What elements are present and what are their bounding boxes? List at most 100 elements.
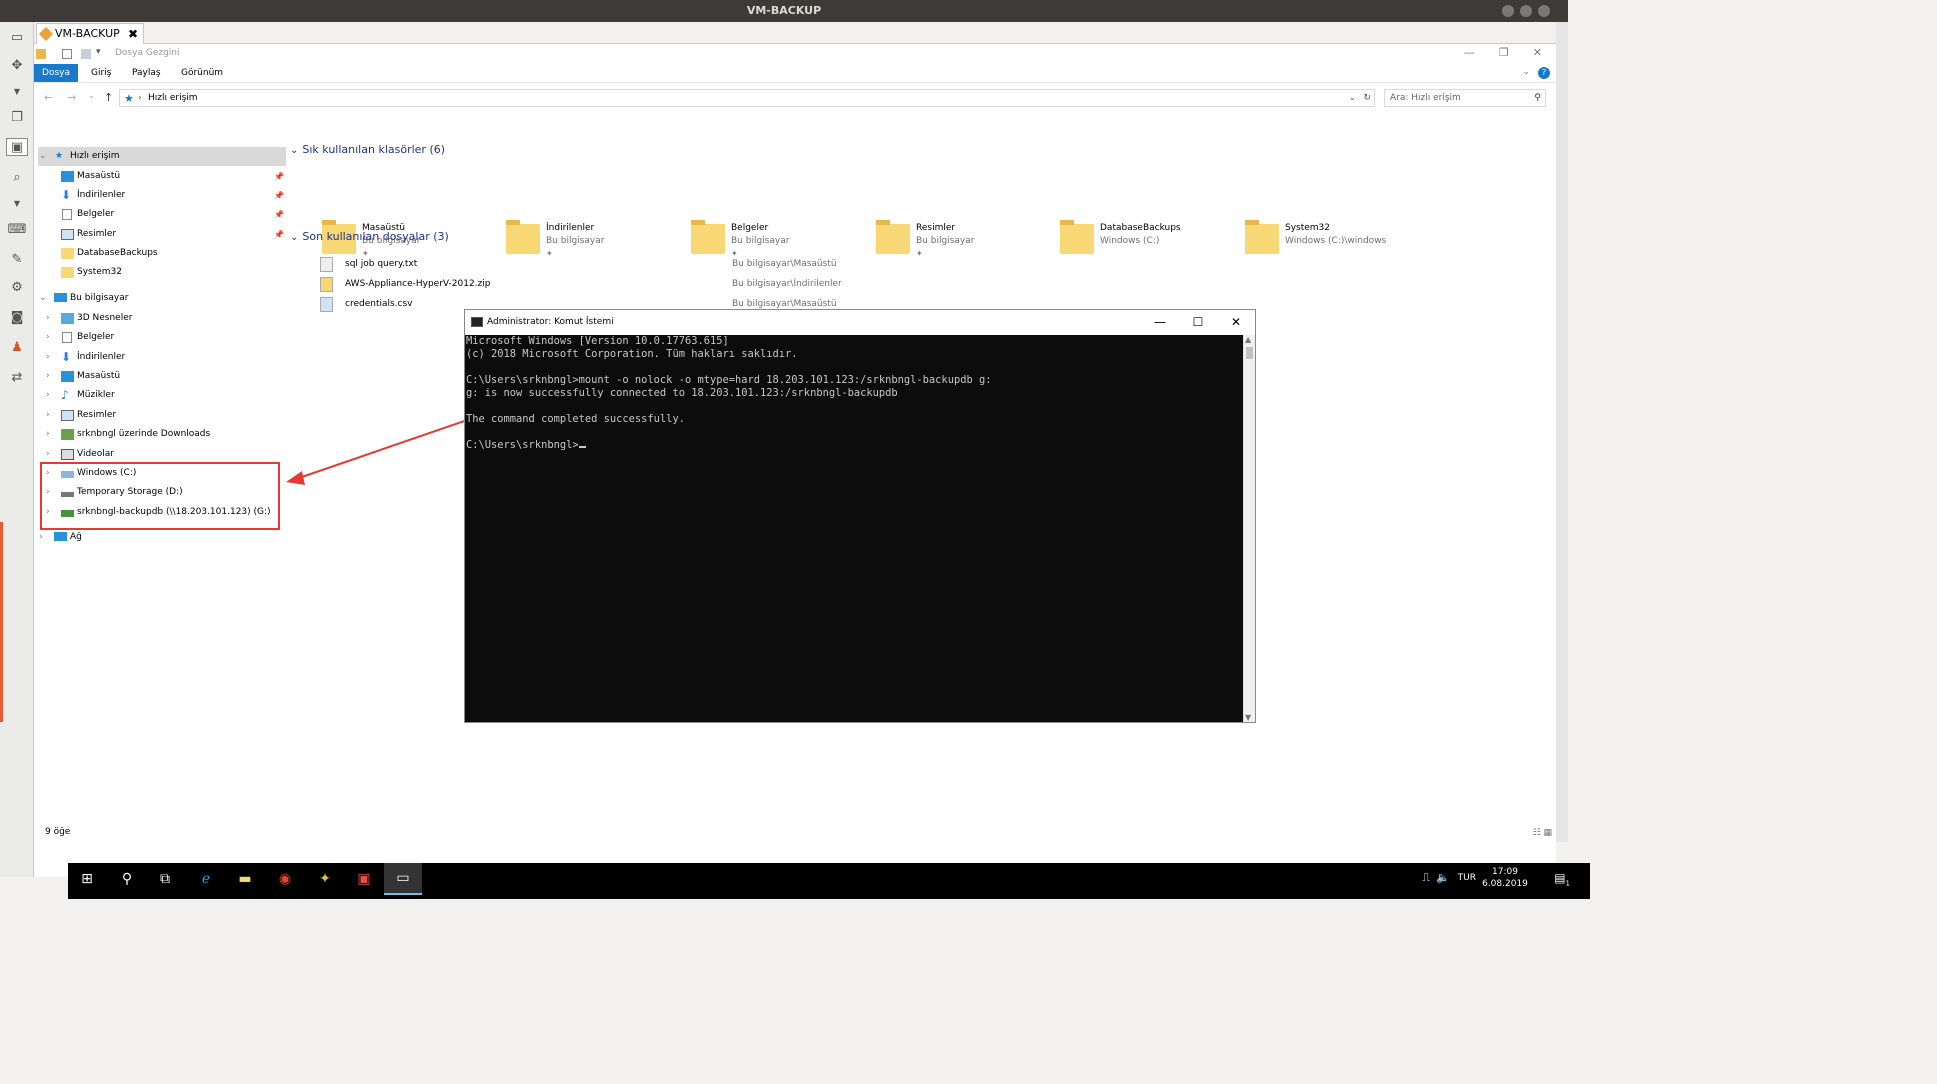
- language-indicator[interactable]: TUR: [1458, 873, 1476, 883]
- nav-quick-access[interactable]: ⌄ ★ Hızlı erişim: [34, 147, 288, 166]
- recent-file-row[interactable]: AWS-Appliance-HyperV-2012.zip Bu bilgisay…: [318, 274, 1118, 294]
- pin-icon: 📌: [274, 230, 284, 239]
- tab-view[interactable]: Görünüm: [181, 64, 223, 82]
- pin-icon: 📌: [274, 191, 284, 200]
- close-icon[interactable]: ✖: [128, 24, 138, 44]
- volume-icon[interactable]: 🔈: [1436, 871, 1450, 884]
- nav-item-pictures[interactable]: Resimler 📌: [34, 225, 288, 244]
- app-icon[interactable]: ▣: [345, 863, 383, 895]
- maximize-button[interactable]: [1520, 5, 1532, 17]
- notification-icon[interactable]: ▤1: [1554, 871, 1570, 887]
- windows-icon[interactable]: ❐: [6, 108, 28, 126]
- screenshot-icon[interactable]: ◙: [6, 308, 28, 326]
- star-icon: ★: [55, 151, 64, 161]
- forward-button[interactable]: →: [67, 91, 76, 104]
- chrome-icon[interactable]: ◉: [266, 863, 304, 895]
- transfer-icon[interactable]: ⇄: [6, 368, 28, 386]
- close-button[interactable]: ✕: [1533, 46, 1542, 59]
- keyboard-icon[interactable]: ⌨: [6, 220, 28, 238]
- search-icon[interactable]: ⚲: [108, 863, 146, 895]
- maximize-button[interactable]: ☐: [1179, 310, 1217, 334]
- recent-dropdown-icon[interactable]: ⌄: [88, 91, 95, 100]
- cube-icon: [61, 313, 74, 324]
- refresh-icon[interactable]: ↻: [1363, 90, 1371, 106]
- scroll-down-icon[interactable]: ▼: [1245, 713, 1251, 722]
- task-view-icon[interactable]: ⧉: [146, 863, 184, 895]
- folder-tile[interactable]: System32 Windows (C:)\windows: [1233, 216, 1413, 266]
- start-button[interactable]: ⊞: [68, 863, 106, 895]
- display-icon[interactable]: ▣: [6, 138, 28, 156]
- recent-files-header[interactable]: ⌄ Son kullanılan dosyalar (3): [290, 228, 449, 246]
- scroll-thumb[interactable]: [1246, 347, 1253, 359]
- view-toggle-icon[interactable]: ☷ ▦: [1533, 824, 1552, 842]
- minimize-button[interactable]: —: [1464, 46, 1475, 59]
- zoom-icon[interactable]: ⌕: [6, 168, 28, 186]
- ie-icon[interactable]: ℯ: [187, 863, 225, 895]
- nav-item-databasebackups[interactable]: DatabaseBackups: [34, 244, 288, 263]
- frequent-folders-header[interactable]: ⌄ Sık kullanılan klasörler (6): [290, 141, 445, 159]
- nav-item-system32[interactable]: System32: [34, 263, 288, 282]
- nav-item-pc-documents[interactable]: › Belgeler: [34, 328, 288, 347]
- folder-icon: [1245, 220, 1279, 254]
- nav-item-downloads[interactable]: ⬇ İndirilenler 📌: [34, 186, 288, 205]
- picture-icon: [61, 410, 74, 421]
- nav-item-music[interactable]: › ♪ Müzikler: [34, 386, 288, 405]
- layout-icon[interactable]: ▭: [6, 28, 28, 46]
- downloads-folder-icon: [506, 220, 540, 254]
- ribbon-expand-icon[interactable]: ⌄: [1522, 67, 1530, 77]
- video-icon: [61, 449, 74, 460]
- move-icon[interactable]: ✥: [6, 56, 28, 74]
- nav-item-pc-downloads[interactable]: › ⬇ İndirilenler: [34, 348, 288, 367]
- scroll-up-icon[interactable]: ▲: [1245, 335, 1251, 344]
- up-button[interactable]: ↑: [104, 91, 113, 104]
- nav-item-desktop[interactable]: Masaüstü 📌: [34, 167, 288, 186]
- back-button[interactable]: ←: [44, 91, 53, 104]
- minimize-button[interactable]: —: [1141, 310, 1179, 334]
- nav-item-3d-objects[interactable]: › 3D Nesneler: [34, 309, 288, 328]
- clock[interactable]: 17:09 6.08.2019: [1480, 866, 1530, 890]
- tab-share[interactable]: Paylaş: [132, 64, 161, 82]
- address-bar[interactable]: ★ › Hızlı erişim ⌄ ↻: [119, 89, 1375, 107]
- chevron-down-icon[interactable]: ▼: [6, 194, 28, 212]
- chevron-down-icon[interactable]: ▼: [6, 82, 28, 100]
- console-output[interactable]: Microsoft Windows [Version 10.0.17763.61…: [465, 335, 1243, 722]
- pictures-folder-icon: [876, 220, 910, 254]
- network-icon[interactable]: ⎍: [1422, 871, 1430, 885]
- zip-file-icon: [320, 277, 333, 292]
- console-cursor: [578, 446, 586, 448]
- address-dropdown-icon[interactable]: ⌄: [1348, 90, 1356, 106]
- help-icon[interactable]: ?: [1538, 67, 1550, 79]
- host-title: VM-BACKUP: [746, 4, 822, 17]
- gear-icon[interactable]: ⚙: [6, 278, 28, 296]
- stamp-icon[interactable]: ♟: [6, 338, 28, 356]
- search-input[interactable]: Ara: Hızlı erişim ⚲: [1384, 89, 1546, 107]
- nav-item-documents[interactable]: Belgeler 📌: [34, 205, 288, 224]
- command-prompt-window[interactable]: Administrator: Komut İstemi — ☐ ✕ Microsof…: [464, 309, 1256, 723]
- cmd-titlebar[interactable]: Administrator: Komut İstemi — ☐ ✕: [465, 310, 1255, 334]
- cmd-taskbar-icon[interactable]: ▭: [384, 863, 422, 895]
- close-button[interactable]: ✕: [1217, 310, 1255, 334]
- tab-file[interactable]: Dosya: [34, 64, 78, 82]
- nav-this-pc[interactable]: ⌄ Bu bilgisayar: [34, 289, 288, 308]
- nav-item-pc-desktop[interactable]: › Masaüstü: [34, 367, 288, 386]
- console-line: C:\Users\srknbngl>mount -o nolock -o mty…: [466, 374, 992, 386]
- host-titlebar: VM-BACKUP: [0, 0, 1568, 22]
- minimize-button[interactable]: [1502, 5, 1514, 17]
- vm-tab[interactable]: VM-BACKUP ✖: [36, 23, 144, 44]
- qat-dropdown-icon[interactable]: ▾: [96, 47, 101, 57]
- chevron-down-icon: ⌄: [290, 232, 299, 243]
- recent-file-row[interactable]: sql job query.txt Bu bilgisayar\Masaüstü: [318, 254, 1118, 274]
- nav-network[interactable]: › Ağ: [34, 528, 288, 547]
- new-folder-icon[interactable]: [81, 49, 91, 59]
- close-button[interactable]: [1538, 5, 1550, 17]
- restore-button[interactable]: ❐: [1499, 46, 1509, 59]
- properties-icon[interactable]: [62, 49, 72, 59]
- tab-home[interactable]: Giriş: [91, 64, 111, 82]
- nav-item-pc-pictures[interactable]: › Resimler: [34, 406, 288, 425]
- console-scrollbar[interactable]: ▲ ▼: [1243, 335, 1255, 722]
- nav-item-network-downloads[interactable]: › srknbngl üzerinde Downloads: [34, 425, 288, 444]
- tools-icon[interactable]: ✎: [6, 250, 28, 268]
- tool-icon[interactable]: ✦: [306, 863, 344, 895]
- file-explorer-icon[interactable]: ▬: [226, 863, 264, 895]
- item-count: 9 öğe: [45, 827, 71, 837]
